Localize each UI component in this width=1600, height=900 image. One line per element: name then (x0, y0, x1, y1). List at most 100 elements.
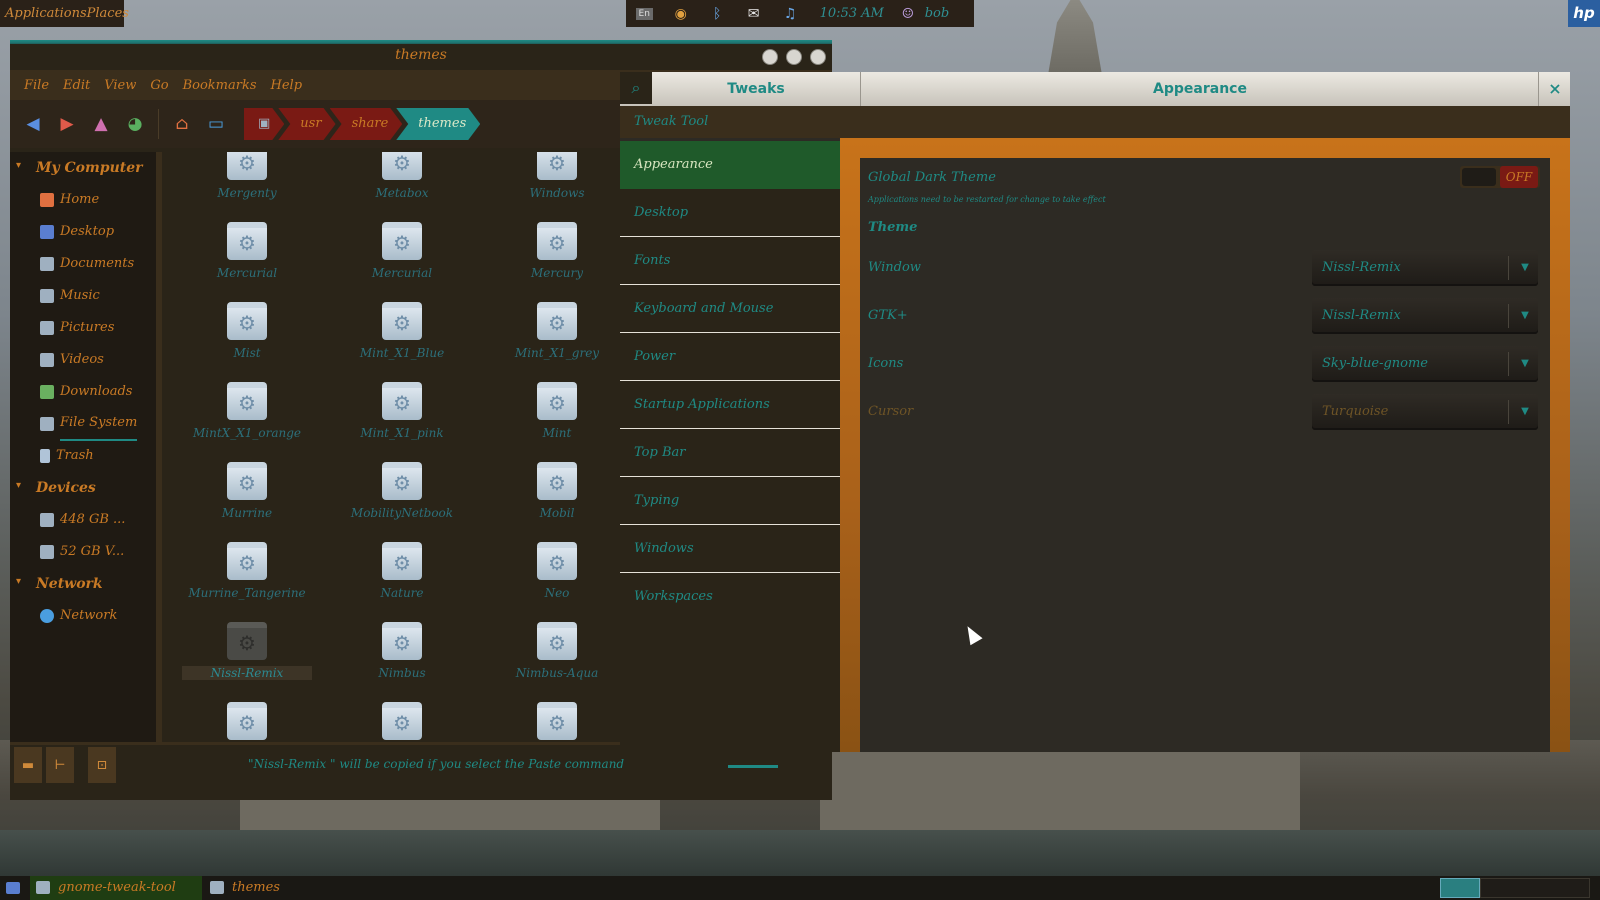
breadcrumb-themes[interactable]: themes (396, 108, 480, 140)
folder-item[interactable]: Murrine_Tangerine (182, 542, 312, 600)
folder-icon (227, 622, 267, 660)
gtk-theme-dropdown[interactable]: Nissl-Remix ▼ (1312, 298, 1538, 334)
sidebar-item-device-52gb[interactable]: 52 GB V... (10, 536, 156, 568)
menu-bookmarks[interactable]: Bookmarks (183, 78, 257, 93)
search-icon[interactable]: ⌕ (620, 72, 652, 104)
folder-item[interactable]: Mist (182, 302, 312, 360)
breadcrumb-usr[interactable]: usr (278, 108, 335, 140)
show-desktop-icon[interactable] (0, 876, 26, 900)
window-theme-dropdown[interactable]: Nissl-Remix ▼ (1312, 250, 1538, 286)
menu-view[interactable]: View (104, 78, 136, 93)
sidebar-item-documents[interactable]: Documents (10, 248, 156, 280)
reload-icon[interactable]: ◕ (118, 109, 152, 139)
toggle-sidebar-button[interactable]: ⊡ (88, 747, 116, 783)
mail-icon[interactable]: ✉ (735, 0, 771, 27)
sidebar-item-pictures[interactable]: Pictures (10, 312, 156, 344)
menu-edit[interactable]: Edit (63, 78, 90, 93)
taskbar-item-gnome-tweak-tool[interactable]: gnome-tweak-tool (30, 876, 202, 900)
folder-item[interactable]: Mint (492, 382, 618, 440)
global-dark-theme-switch[interactable]: OFF (1460, 166, 1540, 188)
breadcrumb-root[interactable]: ▣ (244, 108, 284, 140)
nav-item-windows[interactable]: Windows (620, 525, 840, 573)
applications-places-menu[interactable]: ApplicationsPlaces (0, 0, 129, 27)
tweak-tool-menu[interactable]: Tweak Tool (620, 106, 1570, 138)
clock[interactable]: 10:53 AM (808, 6, 895, 21)
folder-item[interactable]: Windows (492, 152, 618, 200)
user-menu-icon[interactable]: ☺ (895, 0, 921, 27)
sidebar-item-music[interactable]: Music (10, 280, 156, 312)
cursor-theme-dropdown[interactable]: Turquoise ▼ (1312, 394, 1538, 430)
folder-item[interactable]: Neo (492, 542, 618, 600)
menu-go[interactable]: Go (150, 78, 168, 93)
keyboard-layout-indicator[interactable]: En (626, 0, 662, 27)
computer-icon[interactable]: ▭ (199, 109, 233, 139)
folder-item[interactable]: Mergenty (182, 152, 312, 200)
nav-item-workspaces[interactable]: Workspaces (620, 573, 840, 620)
bluetooth-icon[interactable]: ᛒ (699, 0, 735, 27)
sidebar-item-network[interactable]: Network (10, 600, 156, 632)
user-name[interactable]: bob (921, 6, 974, 21)
folder-item[interactable]: Mercury (492, 222, 618, 280)
folder-item[interactable]: MintX_X1_orange (182, 382, 312, 440)
back-arrow-icon[interactable]: ◀ (16, 109, 50, 139)
folder-item[interactable]: Mobil (492, 462, 618, 520)
workspace-2[interactable] (1480, 878, 1590, 898)
folder-item[interactable]: Mint_X1_Blue (337, 302, 467, 360)
menu-file[interactable]: File (24, 78, 49, 93)
sidebar-item-desktop[interactable]: Desktop (10, 216, 156, 248)
close-icon[interactable]: × (1538, 72, 1571, 106)
icons-theme-dropdown[interactable]: Sky-blue-gnome ▼ (1312, 346, 1538, 382)
folder-item[interactable]: Nimbus (337, 622, 467, 680)
nav-item-startup-applications[interactable]: Startup Applications (620, 381, 840, 429)
nav-item-appearance[interactable]: Appearance (620, 141, 840, 189)
home-icon[interactable]: ⌂ (165, 109, 199, 139)
tweak-tool-window: ⌕ Tweaks Appearance × Tweak Tool Appeara… (620, 72, 1570, 752)
sidebar-item-home[interactable]: Home (10, 184, 156, 216)
sidebar-section-devices[interactable]: Devices (10, 472, 156, 504)
folder-item[interactable]: Nature (337, 542, 467, 600)
folder-item-selected[interactable]: Nissl-Remix (182, 622, 312, 680)
theme-section-heading: Theme (868, 220, 918, 235)
show-places-button[interactable]: ▬ (14, 747, 42, 783)
nav-item-fonts[interactable]: Fonts (620, 237, 840, 285)
sidebar-item-device-448gb[interactable]: 448 GB ... (10, 504, 156, 536)
nav-item-typing[interactable]: Typing (620, 477, 840, 525)
folder-item[interactable]: MobilityNetbook (337, 462, 467, 520)
breadcrumb-share[interactable]: share (330, 108, 403, 140)
up-arrow-icon[interactable]: ▲ (84, 109, 118, 139)
sidebar-item-trash[interactable]: Trash (10, 440, 156, 472)
folder-item[interactable]: Nimbus-Aqua (492, 622, 618, 680)
folder-icon (382, 152, 422, 180)
folder-item[interactable]: Mercurial (337, 222, 467, 280)
nav-item-desktop[interactable]: Desktop (620, 189, 840, 237)
file-manager-titlebar[interactable]: themes (10, 40, 832, 70)
maximize-button[interactable] (786, 49, 802, 65)
sidebar-item-videos[interactable]: Videos (10, 344, 156, 376)
workspace-1[interactable] (1440, 878, 1480, 898)
folder-item[interactable] (182, 702, 312, 742)
show-tree-button[interactable]: ⊢ (46, 747, 74, 783)
sidebar-section-network[interactable]: Network (10, 568, 156, 600)
folder-item[interactable] (337, 702, 467, 742)
tweak-tool-headerbar[interactable]: ⌕ Tweaks Appearance × (620, 72, 1570, 106)
taskbar-item-themes[interactable]: themes (204, 876, 382, 900)
sidebar-section-my-computer[interactable]: My Computer (10, 152, 156, 184)
forward-arrow-icon[interactable]: ▶ (50, 109, 84, 139)
folder-item[interactable]: Murrine (182, 462, 312, 520)
folder-item[interactable]: Mercurial (182, 222, 312, 280)
folder-item[interactable]: Metabox (337, 152, 467, 200)
zoom-slider[interactable] (728, 765, 778, 768)
minimize-button[interactable] (762, 49, 778, 65)
nav-item-power[interactable]: Power (620, 333, 840, 381)
folder-item[interactable]: Mint_X1_grey (492, 302, 618, 360)
sidebar-item-file-system[interactable]: File System (10, 408, 156, 441)
nav-item-keyboard-mouse[interactable]: Keyboard and Mouse (620, 285, 840, 333)
folder-item[interactable]: Mint_X1_pink (337, 382, 467, 440)
sidebar-item-downloads[interactable]: Downloads (10, 376, 156, 408)
folder-item[interactable] (492, 702, 618, 742)
menu-help[interactable]: Help (271, 78, 303, 93)
close-button[interactable] (810, 49, 826, 65)
nav-item-top-bar[interactable]: Top Bar (620, 429, 840, 477)
settings-icon[interactable]: ◉ (662, 0, 698, 27)
volume-icon[interactable]: ♫ (772, 0, 808, 27)
